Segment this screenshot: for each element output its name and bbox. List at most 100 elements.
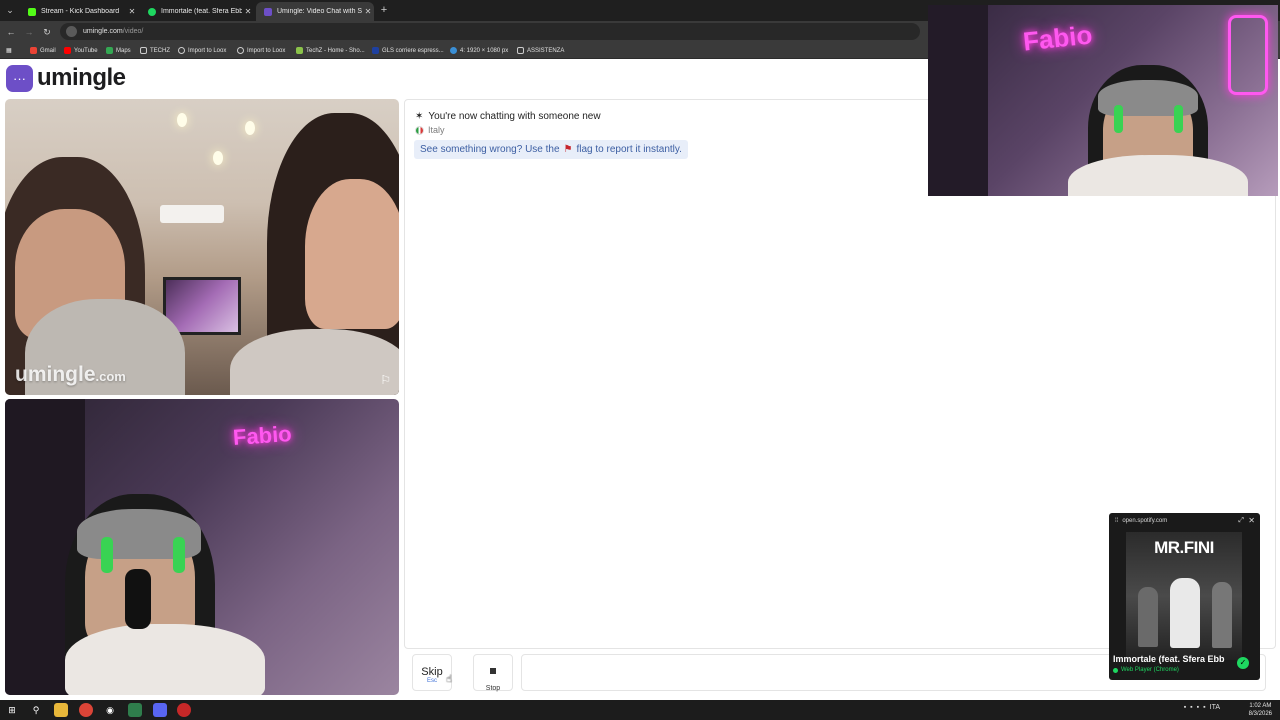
obs-icon[interactable]: ◉ [103, 703, 117, 717]
mini-player-titlebar[interactable]: ⁞⁞ open.spotify.com ⤢ ✕ [1109, 513, 1260, 529]
bookmark-assistenza[interactable]: ASSISTENZA [517, 45, 564, 56]
spotify-mini-player[interactable]: ⁞⁞ open.spotify.com ⤢ ✕ MR.FINI Immortal… [1109, 513, 1260, 680]
bookmark-label: 4: 1920 × 1080 px [460, 47, 509, 54]
globe-icon [237, 47, 244, 54]
nvidia-icon[interactable]: ▪ [1184, 704, 1186, 711]
bookmark-techz-home[interactable]: TechZ - Home - Sho... [296, 45, 365, 56]
stop-label: Stop [485, 685, 501, 692]
discord-tray-icon[interactable]: ▪ [1190, 704, 1192, 711]
drag-handle-icon[interactable]: ⁞⁞ [1115, 518, 1118, 524]
player-source-text: Web Player (Chrome) [1121, 667, 1179, 673]
record-app-icon[interactable] [177, 703, 191, 717]
headset-right [173, 537, 185, 573]
bookmark-loox-2[interactable]: Import to Loox [237, 45, 285, 56]
red-flag-icon: ⚑ [563, 144, 573, 155]
url-host: umingle.com [83, 28, 123, 35]
microphone [125, 569, 151, 629]
watermark-text: umingle [15, 363, 96, 386]
terminal-icon[interactable] [128, 703, 142, 717]
report-flag-icon[interactable]: ⚐ [380, 373, 391, 387]
close-icon[interactable]: ✕ [1248, 516, 1255, 525]
cover-figure [1212, 582, 1232, 648]
tab-label: Immortale (feat. Sfera Ebb [161, 8, 242, 15]
back-arrow-icon[interactable]: ← [4, 25, 18, 39]
cover-figure [1170, 578, 1200, 648]
umingle-logo[interactable]: ··· umingle [6, 64, 126, 92]
streamer-webcam-overlay: Fabio [928, 5, 1278, 196]
tab-umingle[interactable]: Umingle: Video Chat with S ✕ [256, 2, 374, 21]
player-origin: open.spotify.com [1122, 518, 1168, 524]
neon-sign: Fabio [1021, 19, 1094, 57]
chat-status: ✶ You're now chatting with someone new [415, 111, 601, 122]
search-icon[interactable]: ⚲ [29, 703, 43, 717]
bookmark-loox-1[interactable]: Import to Loox [178, 45, 226, 56]
folder-icon [140, 47, 147, 54]
logo-wordmark: umingle [37, 64, 126, 91]
saved-check-icon[interactable]: ✓ [1237, 657, 1249, 669]
tab-spotify[interactable]: Immortale (feat. Sfera Ebb ✕ [140, 2, 254, 21]
bookmark-gmail[interactable]: Gmail [30, 45, 56, 56]
site-info-icon[interactable] [66, 26, 77, 37]
bookmark-gls[interactable]: GLS corriere espress... [372, 45, 444, 56]
apps-grid-icon[interactable]: ▦ [6, 45, 12, 56]
lamp-light [213, 151, 223, 165]
air-conditioner [160, 205, 224, 223]
windows-start-icon[interactable]: ⊞ [5, 703, 19, 717]
language-indicator[interactable]: ITA [1210, 704, 1220, 711]
windows-taskbar: ⊞ ⚲ ◉ ▪ ▪ ▪ ▪ ITA 1:02 AM 8/3/2026 [0, 700, 1280, 720]
bookmark-label: GLS corriere espress... [382, 47, 444, 54]
bookmark-label: Gmail [40, 47, 56, 54]
bookmark-techz[interactable]: TECHZ [140, 45, 170, 56]
globe-icon [450, 47, 457, 54]
headset-right [1174, 105, 1183, 133]
gls-icon [372, 47, 379, 54]
reload-icon[interactable]: ↻ [40, 25, 54, 39]
lamp-light [245, 121, 255, 135]
new-tab-button[interactable]: + [377, 3, 391, 17]
close-tab-icon[interactable]: ✕ [242, 7, 254, 16]
volume-icon[interactable]: ▪ [1203, 704, 1205, 711]
song-title: Immortale (feat. Sfera Ebb [1113, 654, 1225, 664]
device-icon [1113, 667, 1118, 673]
kick-icon [28, 7, 36, 16]
tab-label: Stream - Kick Dashboard [41, 8, 120, 15]
bookmark-label: Maps [116, 47, 131, 54]
bookmark-label: TECHZ [150, 47, 170, 54]
network-icon[interactable]: ▪ [1197, 704, 1199, 711]
tab-kick-dashboard[interactable]: Stream - Kick Dashboard ✕ [20, 2, 138, 21]
player-source: Web Player (Chrome) [1113, 667, 1179, 673]
bookmark-label: ASSISTENZA [527, 47, 565, 54]
skip-button[interactable]: Skip Esc [412, 654, 452, 691]
chrome-icon[interactable] [79, 703, 93, 717]
cover-title: MR.FINI [1154, 538, 1214, 557]
shelf [928, 5, 988, 196]
folder-icon [517, 47, 524, 54]
tab-list-chevron-icon[interactable]: ⌄ [3, 3, 17, 17]
report-hint-prefix: See something wrong? Use the [420, 144, 560, 155]
person-right-face [305, 179, 399, 329]
url-input[interactable]: umingle.com/video/ [60, 23, 920, 40]
bookmark-resolution[interactable]: 4: 1920 × 1080 px [450, 45, 508, 56]
spotify-icon [148, 7, 156, 16]
tab-label: Umingle: Video Chat with S [277, 8, 362, 15]
neon-shape [1228, 15, 1268, 95]
close-tab-icon[interactable]: ✕ [126, 7, 138, 16]
streamer-hair [1098, 80, 1198, 116]
shop-icon [296, 47, 303, 54]
stop-icon [490, 668, 496, 674]
bookmark-youtube[interactable]: YouTube [64, 45, 98, 56]
watermark-domain: .com [95, 369, 126, 384]
close-tab-icon[interactable]: ✕ [362, 7, 374, 16]
chat-status-text: You're now chatting with someone new [428, 111, 601, 122]
umingle-favicon-icon [264, 7, 272, 16]
file-explorer-icon[interactable] [54, 703, 68, 717]
discord-icon[interactable] [153, 703, 167, 717]
mouse-pointer-icon: ☝ [446, 674, 453, 685]
expand-icon[interactable]: ⤢ [1238, 517, 1244, 525]
bookmark-maps[interactable]: Maps [106, 45, 131, 56]
forward-arrow-icon[interactable]: → [22, 25, 36, 39]
headset-left [101, 537, 113, 573]
bookmark-label: YouTube [74, 47, 98, 54]
system-clock[interactable]: 1:02 AM 8/3/2026 [1249, 702, 1272, 718]
stop-button[interactable]: Stop [473, 654, 513, 692]
